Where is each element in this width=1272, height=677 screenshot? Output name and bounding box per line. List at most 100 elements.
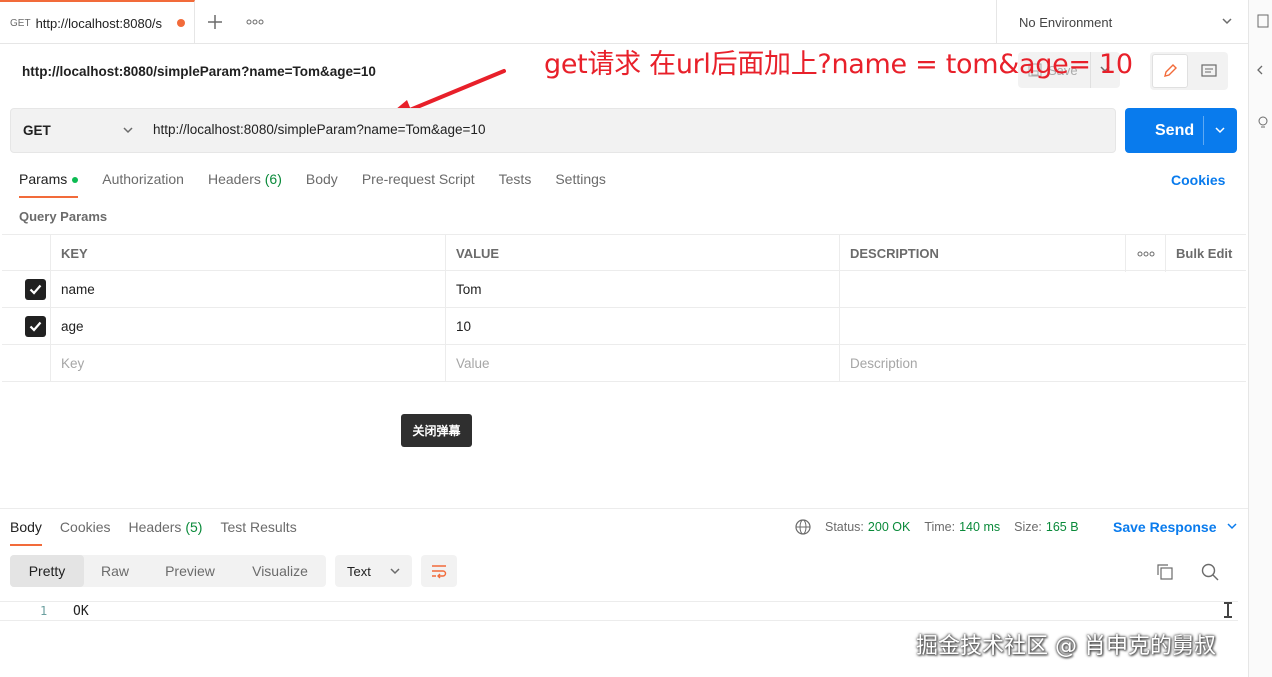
ellipsis-icon xyxy=(246,19,264,25)
row-checkbox[interactable] xyxy=(25,279,46,300)
query-params-table: KEY VALUE DESCRIPTION Bulk Edit name Tom… xyxy=(2,234,1246,382)
right-rail xyxy=(1248,0,1272,677)
response-tab-cookies[interactable]: Cookies xyxy=(60,519,111,535)
annotation-text: get请求 在url后面加上?name = tom&age= 10 xyxy=(544,49,1133,80)
new-key-input[interactable]: Key xyxy=(50,345,445,382)
table-options-button[interactable] xyxy=(1125,235,1165,272)
wrap-lines-icon xyxy=(432,565,447,579)
code-icon[interactable] xyxy=(1257,64,1269,76)
edit-button[interactable] xyxy=(1152,54,1188,88)
copy-icon[interactable] xyxy=(1156,563,1174,581)
tab-authorization-label: Authorization xyxy=(102,171,184,187)
lightbulb-icon[interactable] xyxy=(1257,116,1269,130)
response-view-toggle: Pretty Raw Preview Visualize xyxy=(10,555,326,587)
tab-pre-request-label: Pre-request Script xyxy=(361,171,475,187)
method-select[interactable]: GET xyxy=(11,109,141,152)
param-value-field[interactable]: Tom xyxy=(445,271,839,308)
response-tabs: Body Cookies Headers (5) Test Results xyxy=(10,519,315,546)
chevron-down-icon[interactable] xyxy=(1213,123,1227,137)
tab-authorization[interactable]: Authorization xyxy=(102,171,184,199)
new-description-input[interactable]: Description xyxy=(839,345,1125,382)
request-tab[interactable]: GET http://localhost:8080/s xyxy=(0,0,195,44)
more-tabs-button[interactable] xyxy=(235,0,275,44)
response-divider[interactable] xyxy=(0,508,1248,509)
chevron-down-icon xyxy=(1227,523,1237,530)
tab-body[interactable]: Body xyxy=(306,171,338,199)
close-danmaku-button[interactable]: 关闭弹幕 xyxy=(401,414,472,447)
response-tab-test-results-label: Test Results xyxy=(220,519,297,535)
tab-settings-label: Settings xyxy=(555,171,606,187)
column-header-key: KEY xyxy=(50,235,445,272)
params-active-dot-icon xyxy=(72,177,79,184)
response-tab-body[interactable]: Body xyxy=(10,519,42,546)
comment-icon xyxy=(1201,64,1217,77)
table-row: name Tom xyxy=(2,271,1246,308)
status-value[interactable]: 200 OK xyxy=(868,520,910,534)
request-name[interactable]: http://localhost:8080/simpleParam?name=T… xyxy=(22,64,376,79)
time-label: Time: xyxy=(924,520,956,534)
request-tabs: Params Authorization Headers (6) Body Pr… xyxy=(19,171,630,199)
tab-tests-label: Tests xyxy=(498,171,532,187)
view-raw[interactable]: Raw xyxy=(84,555,146,587)
ellipsis-icon xyxy=(1137,251,1154,256)
cookies-link[interactable]: Cookies xyxy=(1171,172,1225,188)
tab-headers[interactable]: Headers (6) xyxy=(208,171,282,199)
url-bar: GET http://localhost:8080/simpleParam?na… xyxy=(10,108,1116,153)
view-visualize[interactable]: Visualize xyxy=(234,555,326,587)
headers-count: (6) xyxy=(264,171,282,187)
response-body-editor[interactable]: 1 OK xyxy=(0,601,1238,621)
column-header-description: DESCRIPTION xyxy=(839,235,1125,272)
method-label: GET xyxy=(23,123,51,138)
response-tab-headers[interactable]: Headers (5) xyxy=(129,519,203,535)
column-header-value: VALUE xyxy=(445,235,839,272)
response-headers-count: (5) xyxy=(185,519,203,535)
view-pretty[interactable]: Pretty xyxy=(10,555,84,587)
param-key-field[interactable]: age xyxy=(50,308,445,345)
tab-tests[interactable]: Tests xyxy=(499,171,532,199)
document-icon[interactable] xyxy=(1257,14,1269,28)
pencil-icon xyxy=(1164,64,1177,77)
watermark: 掘金技术社区 @ 肖申克的舅叔 xyxy=(916,634,1216,659)
plus-icon xyxy=(208,15,222,29)
response-body-text: OK xyxy=(73,604,89,619)
response-tab-body-label: Body xyxy=(10,519,42,535)
send-label: Send xyxy=(1155,121,1195,139)
response-tab-headers-label: Headers xyxy=(128,519,182,535)
view-preview[interactable]: Preview xyxy=(146,555,234,587)
wrap-lines-button[interactable] xyxy=(421,555,457,587)
tab-pre-request-script[interactable]: Pre-request Script xyxy=(362,171,475,199)
send-button[interactable]: Send xyxy=(1125,108,1237,153)
tab-body-label: Body xyxy=(305,171,338,187)
tab-title: http://localhost:8080/s xyxy=(35,15,163,31)
environment-label: No Environment xyxy=(1019,14,1113,30)
chevron-down-icon xyxy=(1222,18,1232,25)
comments-button[interactable] xyxy=(1192,54,1226,88)
unsaved-dot-icon xyxy=(176,19,185,27)
param-description-field[interactable] xyxy=(839,308,1125,345)
chevron-down-icon xyxy=(390,568,400,575)
bulk-edit-button[interactable]: Bulk Edit xyxy=(1165,235,1246,272)
url-input[interactable]: http://localhost:8080/simpleParam?name=T… xyxy=(153,122,485,137)
time-value[interactable]: 140 ms xyxy=(959,520,1000,534)
row-checkbox[interactable] xyxy=(25,316,46,337)
checkmark-icon xyxy=(29,284,42,295)
format-select[interactable]: Text xyxy=(335,555,412,587)
param-key-field[interactable]: name xyxy=(50,271,445,308)
format-label: Text xyxy=(347,563,371,579)
response-tab-cookies-label: Cookies xyxy=(59,519,111,535)
tab-settings[interactable]: Settings xyxy=(555,171,606,199)
chevron-down-icon xyxy=(123,127,133,134)
environment-select[interactable]: No Environment xyxy=(996,0,1248,44)
response-tab-test-results[interactable]: Test Results xyxy=(220,519,296,535)
new-tab-button[interactable] xyxy=(195,0,235,44)
new-value-input[interactable]: Value xyxy=(445,345,839,382)
param-value-field[interactable]: 10 xyxy=(445,308,839,345)
save-response-button[interactable]: Save Response xyxy=(1113,519,1238,535)
param-description-field[interactable] xyxy=(839,271,1125,308)
response-meta: Status: 200 OK Time: 140 ms Size: 165 B xyxy=(795,519,1093,535)
search-icon[interactable] xyxy=(1201,563,1219,581)
size-value[interactable]: 165 B xyxy=(1046,520,1079,534)
globe-icon[interactable] xyxy=(795,519,811,535)
tab-params[interactable]: Params xyxy=(19,171,79,199)
tab-method-label: GET xyxy=(10,17,31,29)
